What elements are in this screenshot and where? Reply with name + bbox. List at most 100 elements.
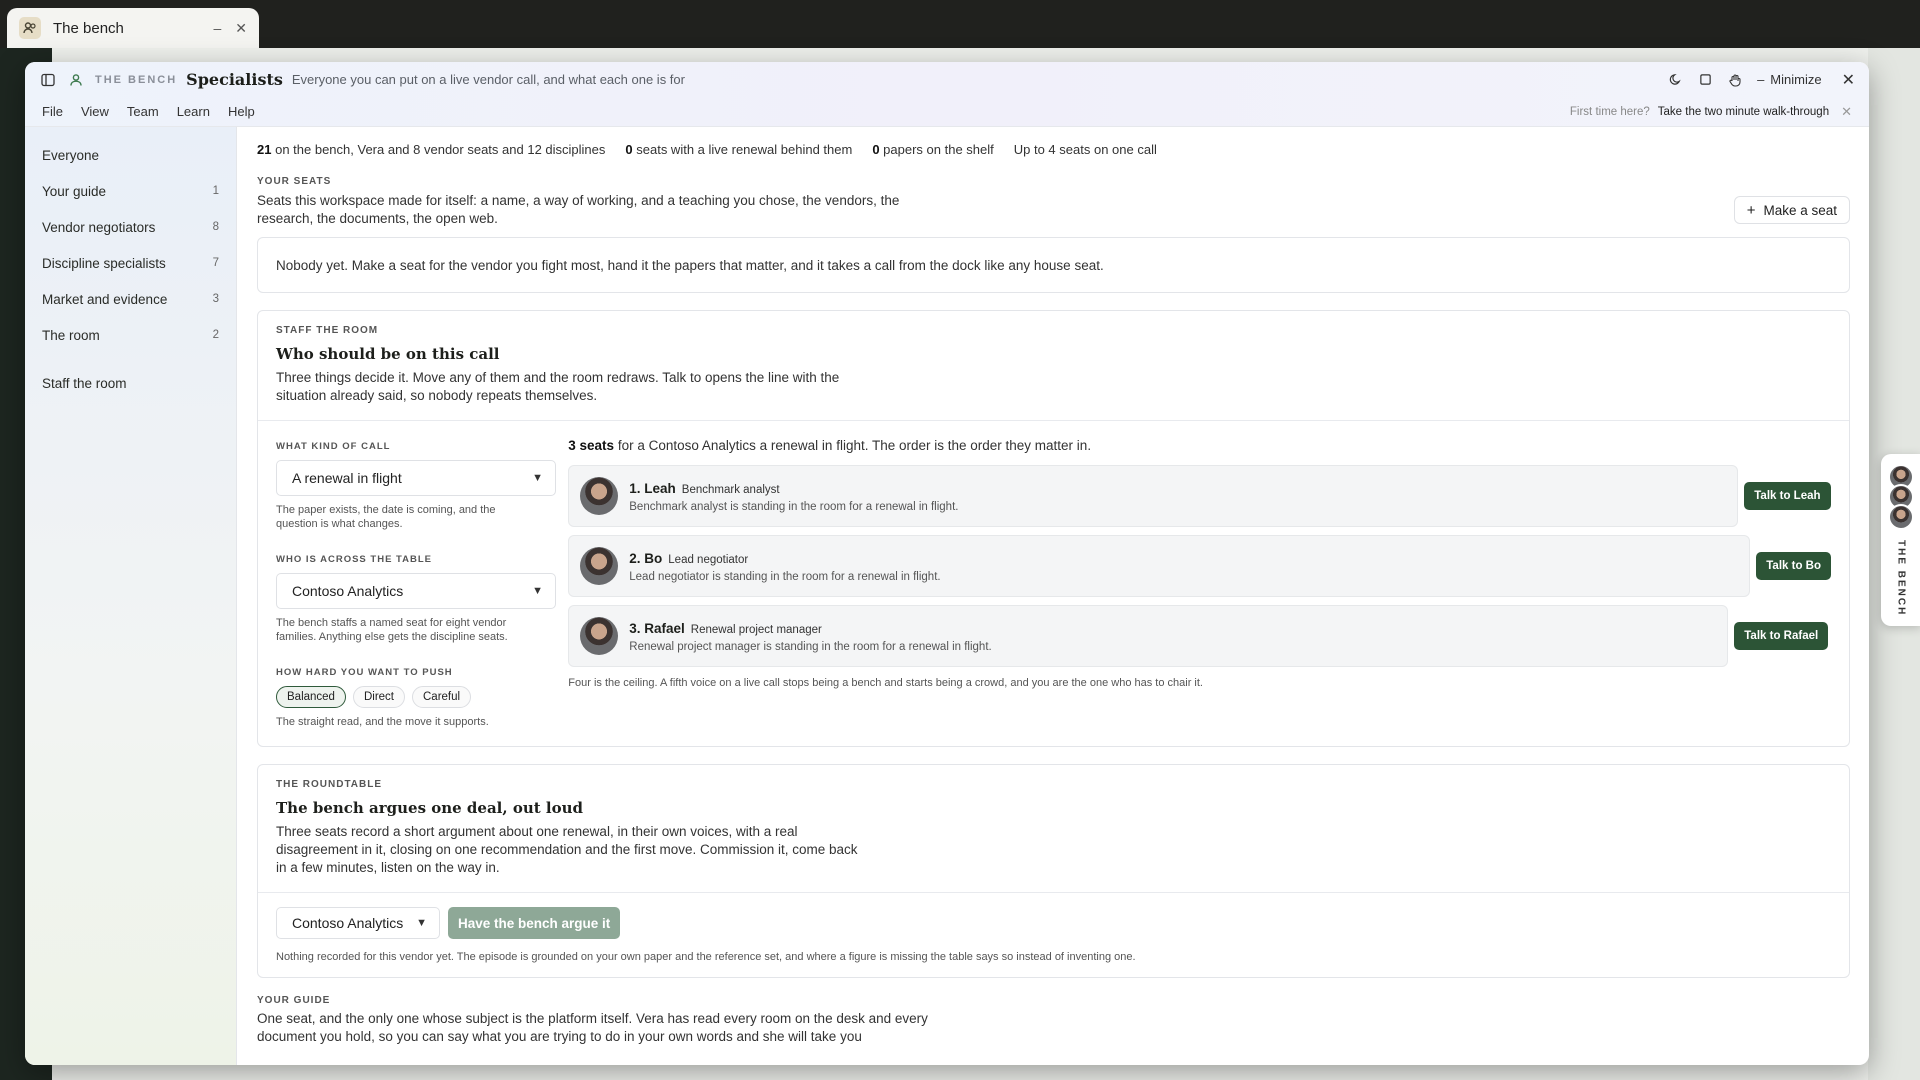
sidebar-item-label: Discipline specialists (42, 255, 166, 271)
sidebar-item-market-and-evidence[interactable]: Market and evidence 3 (25, 281, 236, 317)
stats-row: 21 on the bench, Vera and 8 vendor seats… (257, 132, 1850, 166)
empty-seats-message: Nobody yet. Make a seat for the vendor y… (257, 237, 1850, 293)
sidebar-item-count: 8 (212, 221, 219, 233)
push-label: HOW HARD YOU WANT TO PUSH (276, 667, 453, 678)
push-balanced[interactable]: Balanced (276, 686, 346, 708)
people-icon (67, 71, 85, 89)
tab-minimize-icon[interactable]: – (213, 20, 221, 36)
os-titlebar: The bench – ✕ (0, 0, 1920, 48)
across-table-note: The bench staffs a named seat for eight … (276, 617, 508, 643)
sidebar-item-label: Staff the room (42, 375, 127, 391)
os-tab[interactable]: The bench – ✕ (7, 8, 259, 48)
seat-line: Lead negotiator is standing in the room … (629, 570, 941, 583)
sidebar-item-count: 7 (212, 257, 219, 269)
seat-card-rafael[interactable]: 3. Rafael Renewal project manager Renewal… (568, 605, 1729, 667)
seat-card-leah[interactable]: 1. Leah Benchmark analyst Benchmark analy… (568, 465, 1739, 527)
sidebar-item-staff-the-room[interactable]: Staff the room (25, 365, 236, 401)
sidebar-item-the-room[interactable]: The room 2 (25, 317, 236, 353)
walkthrough-link[interactable]: Take the two minute walk-through (1658, 106, 1829, 118)
menu-file[interactable]: File (42, 104, 63, 119)
seat-row: 2. Bo Lead negotiator Lead negotiator is … (568, 535, 1831, 597)
staff-eyebrow: STAFF THE ROOM (276, 325, 379, 336)
menu-view[interactable]: View (81, 104, 109, 119)
sidebar-item-label: Vendor negotiators (42, 219, 156, 235)
your-seats-section: YOUR SEATS Seats this workspace made for… (257, 176, 1850, 228)
push-options: Balanced Direct Careful (276, 686, 568, 708)
roundtable-eyebrow: THE ROUNDTABLE (276, 779, 383, 790)
roundtable-description: Three seats record a short argument abou… (276, 824, 858, 875)
chevron-down-icon: ▼ (416, 917, 427, 929)
vendor-select[interactable]: Contoso Analytics ▼ (276, 573, 556, 609)
sidebar-toggle-icon[interactable] (39, 71, 57, 89)
seat-ceiling-note: Four is the ceiling. A fifth voice on a … (568, 677, 1203, 689)
call-kind-label: WHAT KIND OF CALL (276, 441, 391, 452)
window-title: Specialists (186, 70, 283, 89)
dismiss-hint-icon[interactable]: ✕ (1841, 104, 1852, 120)
seat-name: 2. Bo (629, 550, 663, 566)
argue-button[interactable]: Have the bench argue it (448, 907, 621, 939)
avatar[interactable] (1888, 504, 1914, 530)
roster-lead: 3 seats for a Contoso Analytics a renewa… (568, 438, 1092, 453)
seat-line: Renewal project manager is standing in t… (629, 640, 992, 653)
window-header: THE BENCH Specialists Everyone you can p… (25, 62, 1869, 97)
talk-to-rafael-button[interactable]: Talk to Rafael (1734, 622, 1829, 650)
seat-row: 3. Rafael Renewal project manager Renewal… (568, 605, 1831, 667)
plus-icon: + (1746, 201, 1756, 219)
hand-icon[interactable] (1721, 68, 1749, 92)
sidebar: Everyone Your guide 1 Vendor negotiators… (25, 127, 237, 1065)
chevron-down-icon: ▼ (532, 585, 543, 597)
minimize-button[interactable]: – Minimize (1757, 72, 1822, 87)
make-seat-label: Make a seat (1763, 202, 1837, 218)
sidebar-item-everyone[interactable]: Everyone (25, 137, 236, 173)
sidebar-item-discipline-specialists[interactable]: Discipline specialists 7 (25, 245, 236, 281)
push-direct[interactable]: Direct (352, 686, 405, 708)
make-seat-button[interactable]: + Make a seat (1733, 196, 1850, 224)
window-subtitle: Everyone you can put on a live vendor ca… (291, 72, 685, 87)
stat-bench: 21 on the bench, Vera and 8 vendor seats… (257, 141, 606, 157)
menu-bar: File View Team Learn Help First time her… (25, 97, 1869, 127)
seat-role: Benchmark analyst (681, 483, 780, 496)
talk-to-bo-button[interactable]: Talk to Bo (1756, 552, 1831, 580)
bench-dock[interactable]: THE BENCH (1881, 454, 1920, 626)
seat-name: 1. Leah (629, 480, 676, 496)
sidebar-item-count: 1 (212, 185, 219, 197)
dock-label: THE BENCH (1895, 540, 1907, 617)
brand-label: THE BENCH (95, 73, 178, 86)
call-kind-select[interactable]: A renewal in flight ▼ (276, 460, 556, 496)
stat-papers: 0 papers on the shelf (872, 141, 994, 157)
your-seats-eyebrow: YOUR SEATS (257, 176, 332, 187)
avatar (580, 617, 619, 655)
chevron-down-icon: ▼ (532, 472, 543, 484)
menu-help[interactable]: Help (228, 104, 255, 119)
across-table-label: WHO IS ACROSS THE TABLE (276, 554, 432, 565)
sidebar-item-vendor-negotiators[interactable]: Vendor negotiators 8 (25, 209, 236, 245)
seat-role: Lead negotiator (668, 553, 749, 566)
seat-card-bo[interactable]: 2. Bo Lead negotiator Lead negotiator is … (568, 535, 1751, 597)
talk-to-leah-button[interactable]: Talk to Leah (1744, 482, 1831, 510)
moon-icon[interactable] (1661, 68, 1689, 92)
roundtable-title: The bench argues one deal, out loud (276, 799, 583, 817)
menu-learn[interactable]: Learn (177, 104, 210, 119)
close-icon[interactable]: ✕ (1842, 70, 1855, 90)
sidebar-item-label: The room (42, 327, 100, 343)
sidebar-item-count: 2 (212, 329, 219, 341)
tab-close-icon[interactable]: ✕ (235, 20, 247, 37)
minus-icon: – (1757, 72, 1765, 87)
sidebar-item-count: 3 (212, 293, 219, 305)
roundtable-vendor-select[interactable]: Contoso Analytics ▼ (276, 907, 440, 939)
seat-name: 3. Rafael (629, 620, 685, 636)
main-content: 21 on the bench, Vera and 8 vendor seats… (238, 127, 1869, 1065)
sidebar-item-label: Market and evidence (42, 291, 168, 307)
push-careful[interactable]: Careful (412, 686, 472, 708)
os-tab-title: The bench (53, 19, 124, 37)
staff-title: Who should be on this call (276, 345, 500, 363)
seat-row: 1. Leah Benchmark analyst Benchmark analy… (568, 465, 1831, 527)
menu-team[interactable]: Team (127, 104, 159, 119)
expand-icon[interactable] (1691, 68, 1719, 92)
sidebar-item-your-guide[interactable]: Your guide 1 (25, 173, 236, 209)
staffing-controls: WHAT KIND OF CALL A renewal in flight ▼ … (276, 441, 568, 729)
roundtable-vendor-value: Contoso Analytics (292, 915, 404, 931)
vendor-value: Contoso Analytics (292, 583, 404, 599)
seat-line: Benchmark analyst is standing in the roo… (629, 500, 959, 513)
people-icon (19, 17, 41, 39)
